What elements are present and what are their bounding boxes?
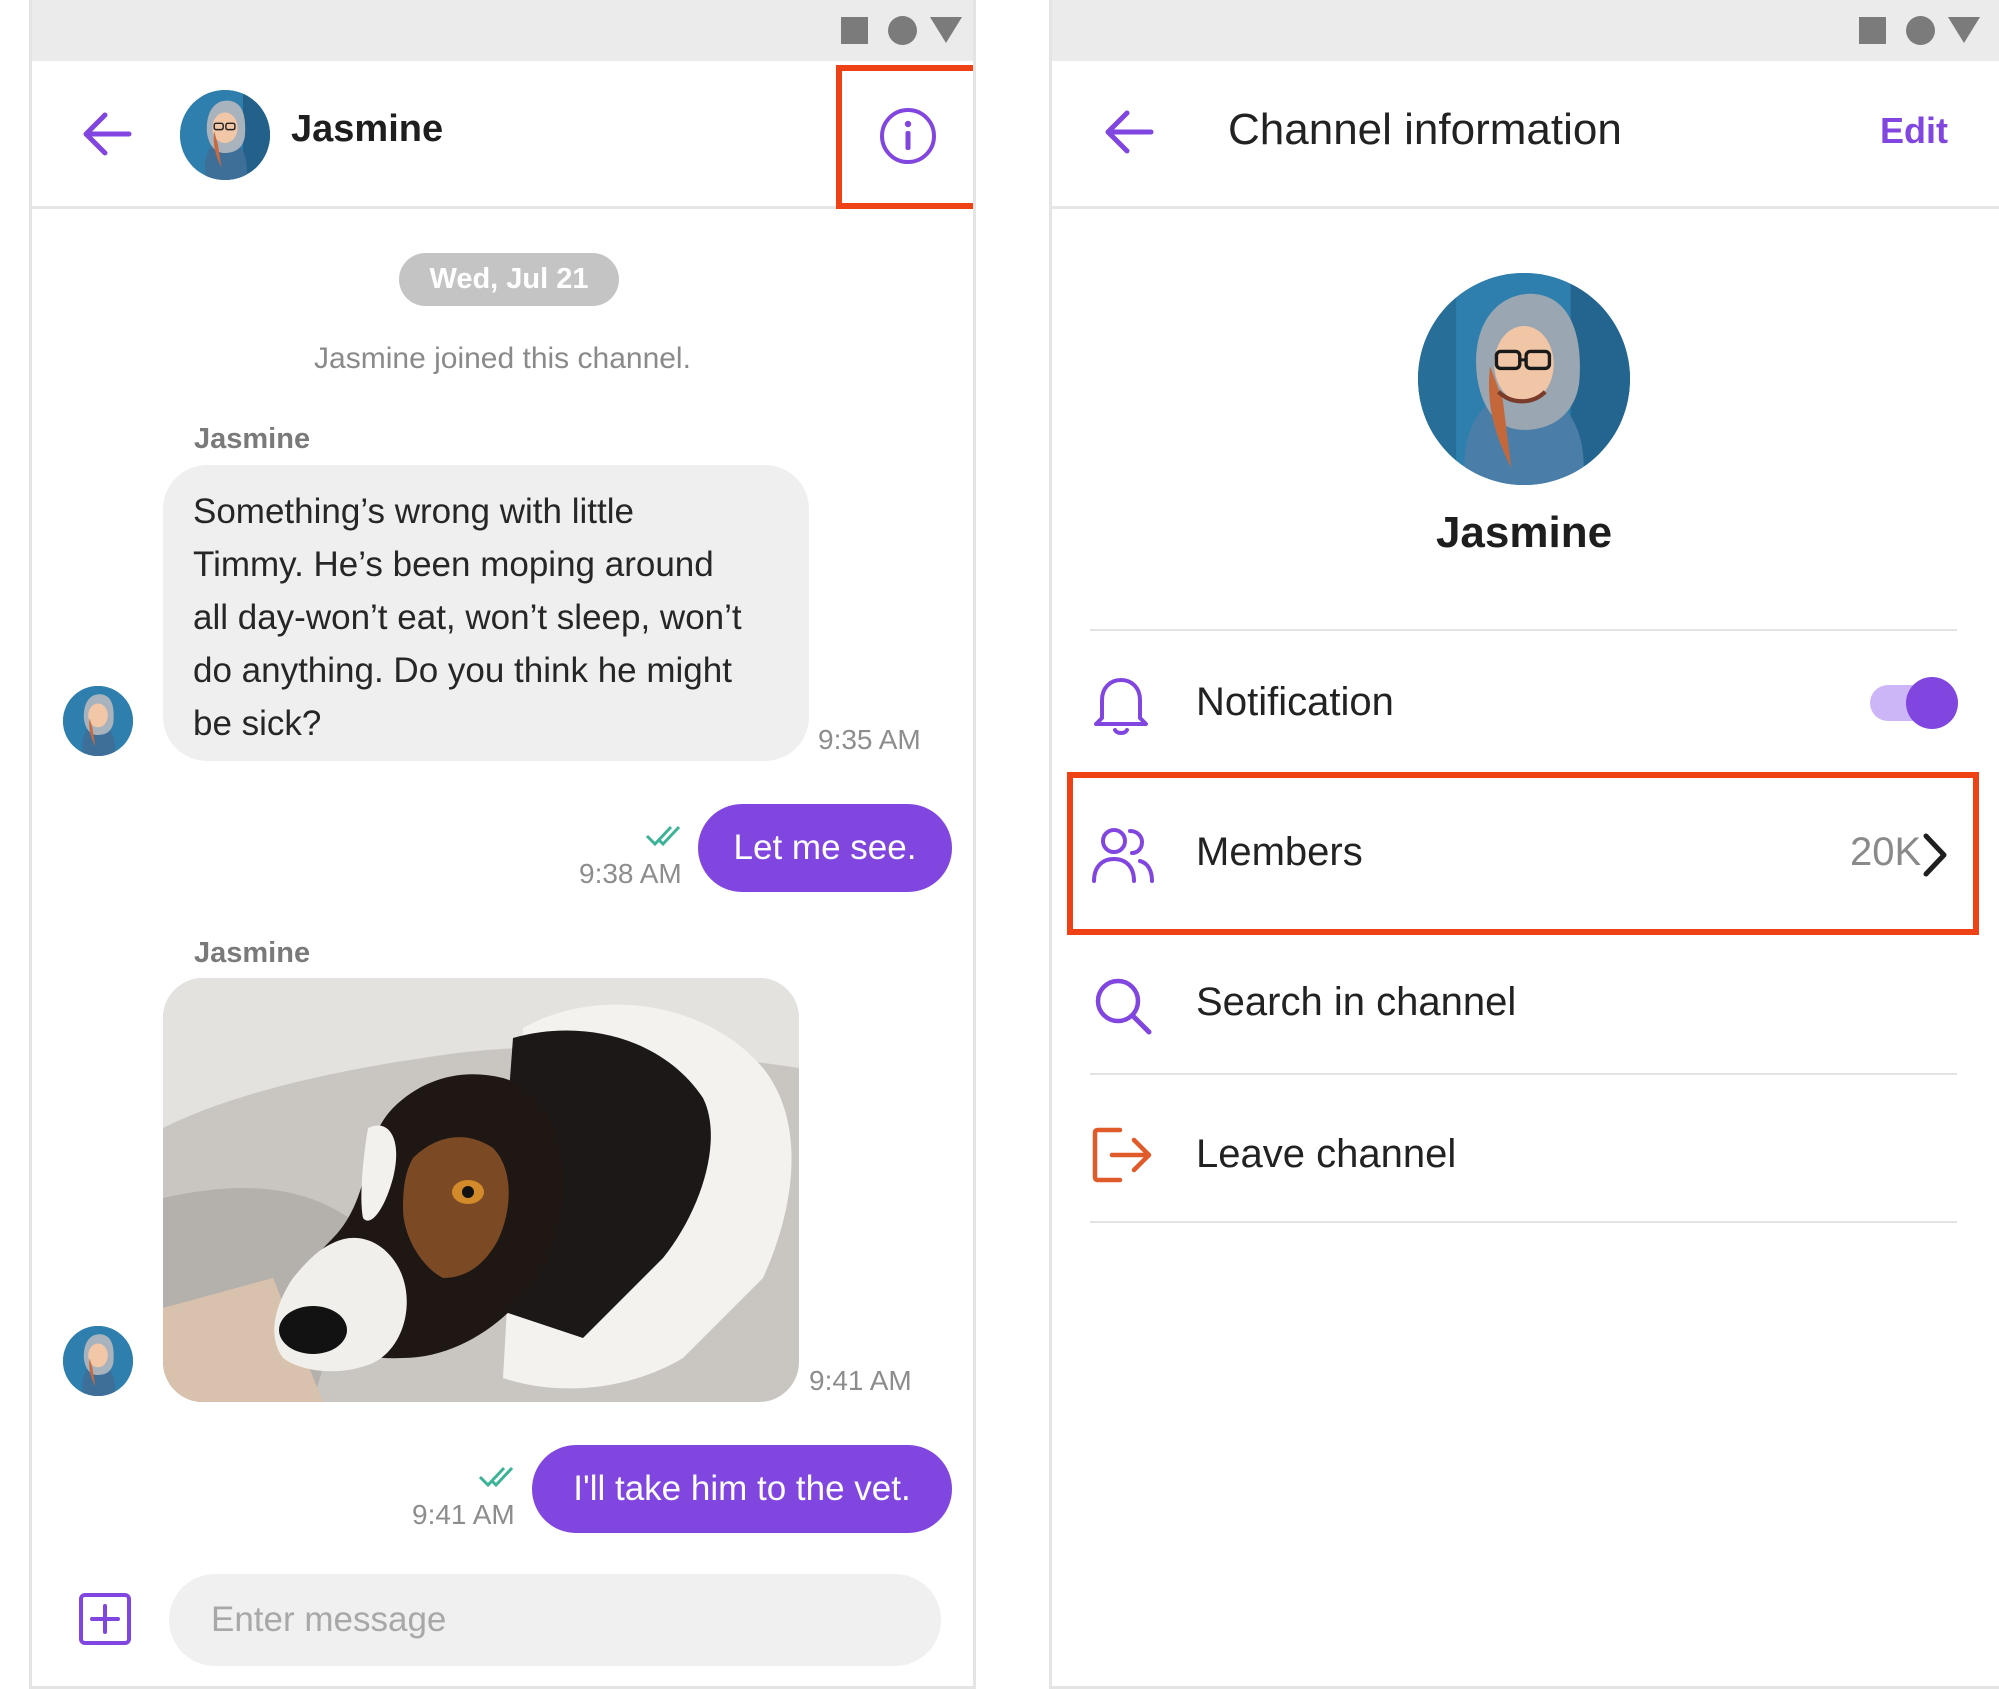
- outgoing-message-bubble[interactable]: I'll take him to the vet.: [532, 1445, 952, 1533]
- chat-screen: Jasmine Wed, Jul 21 Jasmine joined this …: [29, 0, 976, 1689]
- dog-photo[interactable]: [163, 978, 799, 1402]
- notification-label: Notification: [1196, 680, 1394, 724]
- divider: [1090, 1221, 1957, 1223]
- divider: [1090, 629, 1957, 631]
- message-line: do anything. Do you think he might: [193, 651, 732, 690]
- read-check-icon: [478, 1466, 514, 1488]
- status-bar: [32, 0, 973, 61]
- status-bar: [1052, 0, 1999, 61]
- channel-info-header: Channel information Edit: [1052, 61, 1999, 209]
- avatar-image: [63, 686, 133, 756]
- message-line: Something’s wrong with little: [193, 492, 634, 531]
- back-button[interactable]: [72, 99, 142, 169]
- notification-toggle[interactable]: [1870, 675, 1960, 731]
- toggle-thumb: [1906, 677, 1958, 729]
- avatar-image: [180, 90, 270, 180]
- home-icon: [1906, 16, 1935, 45]
- search-icon: [1095, 978, 1152, 1035]
- date-separator: Wed, Jul 21: [399, 253, 619, 306]
- profile-name: Jasmine: [1435, 508, 1613, 557]
- leave-channel-label: Leave channel: [1196, 1132, 1457, 1176]
- message-sender: Jasmine: [194, 423, 311, 455]
- chat-header: Jasmine: [32, 61, 973, 209]
- search-in-channel-label: Search in channel: [1196, 980, 1517, 1024]
- back-button[interactable]: [1094, 97, 1164, 167]
- back-triangle-icon: [1948, 17, 1980, 43]
- members-row-highlight: [1067, 772, 1979, 935]
- back-triangle-icon: [930, 17, 962, 43]
- avatar[interactable]: [180, 90, 270, 180]
- message-line: Timmy. He’s been moping around: [193, 545, 714, 584]
- incoming-message-bubble[interactable]: Something’s wrong with little Timmy. He’…: [163, 465, 809, 761]
- avatar-image: [63, 1326, 133, 1396]
- leave-icon: [1092, 1127, 1152, 1183]
- dog-photo-image: [163, 978, 799, 1402]
- message-line: be sick?: [193, 704, 322, 743]
- page-title: Channel information: [1228, 105, 1622, 154]
- recents-icon: [841, 17, 868, 44]
- chat-title: Jasmine: [291, 108, 444, 150]
- read-check-icon: [645, 825, 681, 847]
- add-square-icon: [79, 1593, 131, 1645]
- message-sender: Jasmine: [194, 937, 311, 969]
- notification-row: Notification: [1090, 650, 1960, 760]
- divider: [1090, 1073, 1957, 1075]
- message-line: all day-won’t eat, won’t sleep, won’t: [193, 598, 742, 637]
- outgoing-message-bubble[interactable]: Let me see.: [698, 804, 952, 892]
- recents-icon: [1859, 17, 1886, 44]
- bell-icon: [1094, 678, 1148, 735]
- search-in-channel-row[interactable]: Search in channel: [1090, 955, 1957, 1075]
- message-time: 9:41 AM: [412, 1499, 515, 1530]
- sender-avatar[interactable]: [63, 686, 133, 756]
- add-attachment-button[interactable]: [70, 1584, 140, 1654]
- arrow-left-icon: [1105, 110, 1154, 154]
- avatar-image: [1418, 273, 1630, 485]
- home-icon: [888, 16, 917, 45]
- system-message: Jasmine joined this channel.: [314, 342, 691, 375]
- message-time: 9:38 AM: [579, 858, 682, 889]
- info-button-highlight: [836, 65, 973, 209]
- message-time: 9:41 AM: [809, 1365, 912, 1396]
- edit-button[interactable]: Edit: [1880, 110, 1948, 152]
- channel-info-screen: Channel information Edit Jasmine Notific…: [1049, 0, 1999, 1689]
- sender-avatar[interactable]: [63, 1326, 133, 1396]
- message-input[interactable]: Enter message: [169, 1574, 941, 1666]
- profile-avatar[interactable]: [1418, 273, 1630, 485]
- leave-channel-row[interactable]: Leave channel: [1090, 1090, 1957, 1220]
- message-time: 9:35 AM: [818, 724, 921, 755]
- arrow-left-icon: [83, 112, 132, 156]
